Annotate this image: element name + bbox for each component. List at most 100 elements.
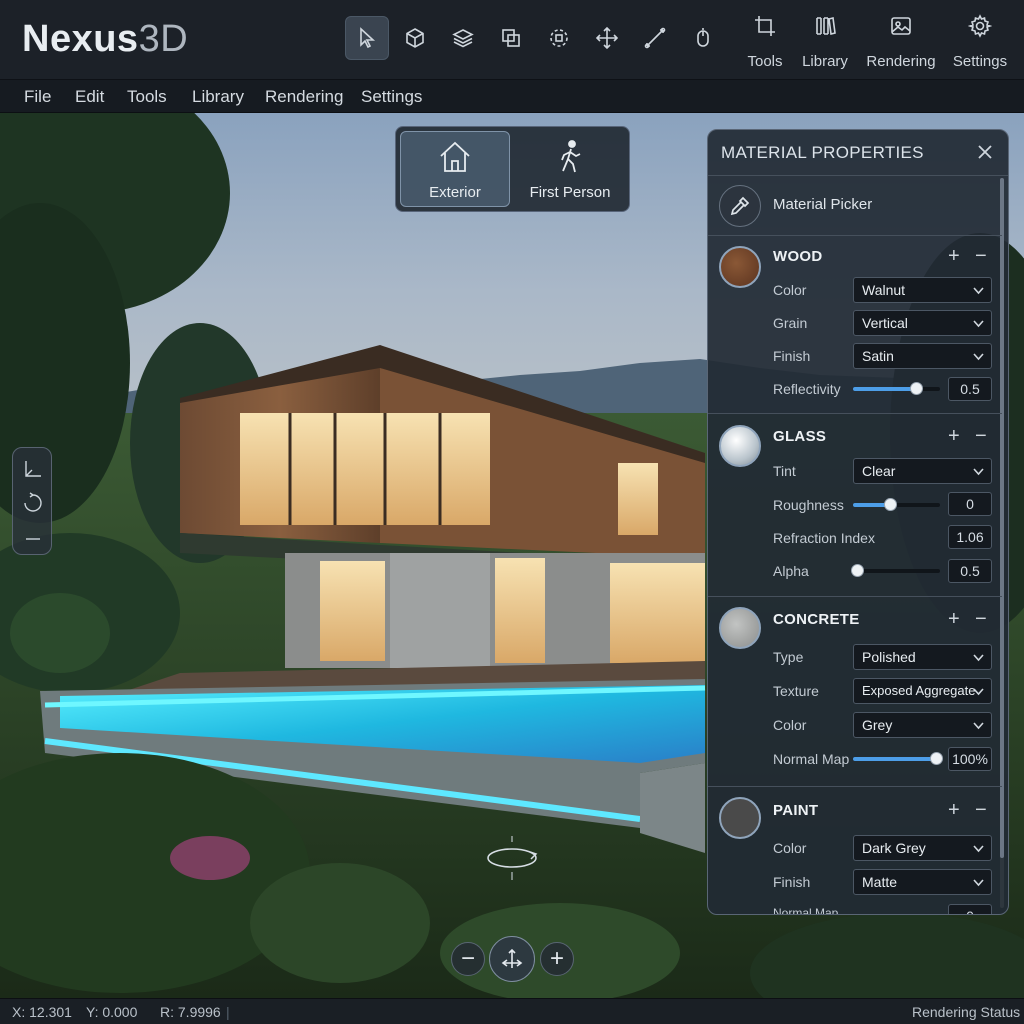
concrete-add-button[interactable]: +: [948, 609, 960, 629]
wood-add-button[interactable]: +: [948, 246, 960, 266]
rotate-icon[interactable]: [537, 16, 581, 60]
chevron-down-icon: [973, 688, 984, 696]
orbit-icon[interactable]: [22, 492, 44, 514]
wood-reflectivity-slider[interactable]: [853, 382, 940, 395]
paint-normal-map-value[interactable]: 0: [948, 904, 992, 914]
slider-knob[interactable]: [910, 382, 923, 395]
slider-knob[interactable]: [884, 498, 897, 511]
walking-person-icon: [561, 139, 581, 172]
mouse-icon[interactable]: [681, 16, 725, 60]
wood-finish-label: Finish: [773, 348, 811, 364]
concrete-swatch[interactable]: [719, 607, 761, 649]
measure-icon[interactable]: [633, 16, 677, 60]
minus-icon[interactable]: [22, 528, 44, 550]
pan-button[interactable]: [489, 936, 535, 982]
axis-icon[interactable]: [22, 458, 44, 480]
rendering-status[interactable]: Rendering Status: [912, 1004, 1020, 1020]
menu-file[interactable]: File: [24, 87, 51, 107]
glass-tint-label: Tint: [773, 463, 796, 479]
paint-color-select[interactable]: Dark Grey: [853, 835, 992, 861]
paint-remove-button[interactable]: −: [975, 800, 987, 820]
wood-reflectivity-label: Reflectivity: [773, 381, 841, 397]
concrete-section-title: CONCRETE: [773, 611, 860, 628]
panel-header: MATERIAL PROPERTIES: [708, 130, 1008, 176]
view-exterior-button[interactable]: Exterior: [400, 131, 510, 207]
toolbar-rendering-button[interactable]: Rendering: [866, 14, 936, 70]
divider: [708, 596, 1002, 597]
glass-alpha-value[interactable]: 0.5: [948, 559, 992, 583]
glass-alpha-slider[interactable]: [851, 564, 940, 577]
paint-finish-select[interactable]: Matte: [853, 869, 992, 895]
status-x-coordinate: X: 12.301: [12, 1004, 72, 1020]
house-icon: [440, 141, 470, 172]
glass-swatch[interactable]: [719, 425, 761, 467]
zoom-out-button[interactable]: −: [451, 942, 485, 976]
status-y-coordinate: Y: 0.000: [86, 1004, 138, 1020]
menu-edit[interactable]: Edit: [75, 87, 104, 107]
slider-knob[interactable]: [851, 564, 864, 577]
chevron-down-icon: [973, 654, 984, 662]
chevron-down-icon: [973, 353, 984, 361]
concrete-remove-button[interactable]: −: [975, 609, 987, 629]
wood-grain-select[interactable]: Vertical: [853, 310, 992, 336]
toolbar-library-button[interactable]: Library: [801, 14, 849, 70]
wood-finish-select[interactable]: Satin: [853, 343, 992, 369]
view-mode-switch: Exterior First Person: [395, 126, 630, 212]
move-icon[interactable]: [585, 16, 629, 60]
glass-tint-select[interactable]: Clear: [853, 458, 992, 484]
concrete-normal-map-value[interactable]: 100%: [948, 747, 992, 771]
glass-refraction-label: Refraction Index: [773, 530, 875, 546]
toolbar-settings-label: Settings: [952, 53, 1008, 70]
wood-remove-button[interactable]: −: [975, 246, 987, 266]
glass-roughness-label: Roughness: [773, 497, 844, 513]
material-picker-row[interactable]: Material Picker: [708, 176, 1002, 236]
slider-knob[interactable]: [930, 752, 943, 765]
paint-section-title: PAINT: [773, 802, 819, 819]
concrete-texture-select[interactable]: Exposed Aggregate: [853, 678, 992, 704]
layers-icon[interactable]: [441, 16, 485, 60]
menu-library[interactable]: Library: [192, 87, 244, 107]
status-bar: X: 12.301 Y: 0.000 R: 7.9996 | Rendering…: [0, 998, 1024, 1024]
zoom-in-button[interactable]: +: [540, 942, 574, 976]
wood-reflectivity-value[interactable]: 0.5: [948, 377, 992, 401]
menu-settings[interactable]: Settings: [361, 87, 422, 107]
concrete-texture-label: Texture: [773, 683, 819, 699]
wood-color-select[interactable]: Walnut: [853, 277, 992, 303]
glass-roughness-value[interactable]: 0: [948, 492, 992, 516]
menu-bar: File Edit Tools Library Rendering Settin…: [0, 80, 1024, 113]
copy-icon[interactable]: [489, 16, 533, 60]
zoom-in-label: +: [549, 945, 564, 972]
zoom-out-label: −: [460, 945, 475, 972]
glass-add-button[interactable]: +: [948, 426, 960, 446]
panel-title: MATERIAL PROPERTIES: [721, 143, 924, 162]
toolbar-settings-button[interactable]: Settings: [951, 14, 1009, 70]
paint-finish-label: Finish: [773, 874, 811, 890]
wood-section-title: WOOD: [773, 248, 823, 265]
paint-swatch[interactable]: [719, 797, 761, 839]
view-first-person-button[interactable]: First Person: [515, 131, 625, 207]
menu-rendering[interactable]: Rendering: [265, 87, 343, 107]
glass-roughness-slider[interactable]: [853, 498, 940, 511]
crop-icon: [755, 16, 775, 36]
close-icon[interactable]: [976, 143, 994, 161]
cube-icon[interactable]: [393, 16, 437, 60]
gear-icon: [968, 14, 992, 38]
concrete-type-select[interactable]: Polished: [853, 644, 992, 670]
cursor-icon[interactable]: [345, 16, 389, 60]
scrollbar-thumb[interactable]: [1000, 178, 1004, 858]
eyedropper-icon[interactable]: [719, 185, 761, 227]
paint-add-button[interactable]: +: [948, 800, 960, 820]
glass-refraction-value[interactable]: 1.06: [948, 525, 992, 549]
image-icon: [891, 17, 911, 35]
orbit-hint-icon: [484, 836, 540, 880]
glass-remove-button[interactable]: −: [975, 426, 987, 446]
concrete-color-select[interactable]: Grey: [853, 712, 992, 738]
wood-grain-label: Grain: [773, 315, 808, 331]
status-divider: |: [226, 1004, 230, 1020]
chevron-down-icon: [973, 722, 984, 730]
toolbar-tools-button[interactable]: Tools: [744, 14, 786, 70]
wood-swatch[interactable]: [719, 246, 761, 288]
menu-tools[interactable]: Tools: [127, 87, 167, 107]
concrete-normal-map-slider[interactable]: [853, 752, 943, 765]
wood-color-label: Color: [773, 282, 807, 298]
